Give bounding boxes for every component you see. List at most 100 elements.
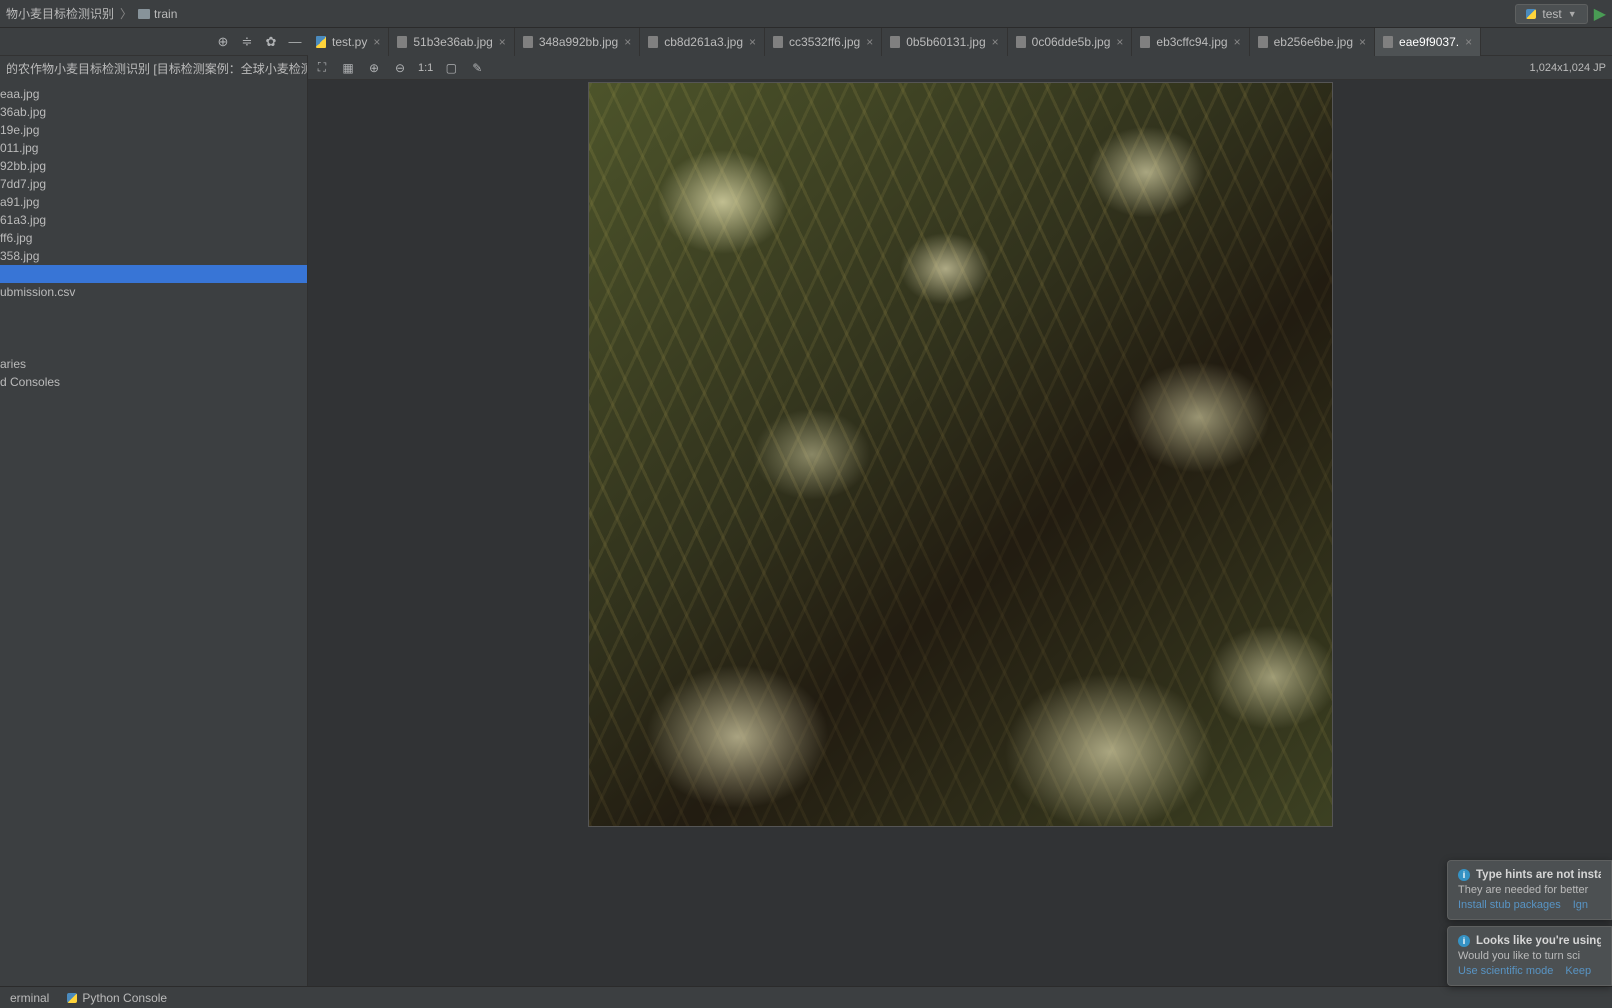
project-subtitle: [目标检测案例：全球小麦检测] [153, 62, 308, 76]
locate-icon[interactable]: ⊕ [216, 35, 230, 49]
notification-body: They are needed for better [1458, 884, 1601, 896]
notification-actions: Use scientific mode Keep [1458, 965, 1601, 977]
file-tree-item[interactable]: 19e.jpg [0, 121, 307, 139]
notification-action-link[interactable]: Keep [1565, 965, 1591, 977]
notification-title: iType hints are not install [1458, 869, 1601, 881]
close-icon[interactable]: × [866, 35, 873, 49]
file-tree-item[interactable]: 7dd7.jpg [0, 175, 307, 193]
tab-label: cc3532ff6.jpg [789, 35, 860, 49]
editor-tabs: test.py×51b3e36ab.jpg×348a992bb.jpg×cb8d… [308, 28, 1612, 56]
tab-label: 348a992bb.jpg [539, 35, 618, 49]
project-tool-header-actions: ⊕ ≑ ✿ — [0, 35, 308, 49]
image-dimensions-label: 1,024x1,024 JP [1530, 62, 1606, 74]
zoom-in-icon[interactable]: ⊕ [366, 60, 382, 76]
expand-icon[interactable]: ≑ [240, 35, 254, 49]
spacer [0, 337, 307, 355]
file-tree-item[interactable]: ff6.jpg [0, 229, 307, 247]
close-icon[interactable]: × [373, 35, 380, 49]
image-viewer: ⛶ ▦ ⊕ ⊖ 1:1 ▢ ✎ 1,024x1,024 JP [308, 56, 1612, 986]
editor-tab[interactable]: 51b3e36ab.jpg× [389, 28, 514, 56]
notification-title: iLooks like you're using N [1458, 935, 1601, 947]
hide-icon[interactable]: — [288, 35, 302, 49]
close-icon[interactable]: × [1116, 35, 1123, 49]
run-config-label: test [1542, 7, 1561, 21]
breadcrumb-folder[interactable]: train [138, 7, 177, 21]
checker-toggle-icon[interactable]: ▢ [443, 60, 459, 76]
file-tree-item[interactable]: ubmission.csv [0, 283, 307, 301]
editor-tab[interactable]: eb256e6be.jpg × [1250, 28, 1375, 56]
project-sidebar: 的农作物小麦目标检测识别 [目标检测案例：全球小麦检测] C:\User eaa… [0, 56, 308, 986]
color-picker-icon[interactable]: ✎ [469, 60, 485, 76]
grid-icon[interactable]: ▦ [340, 60, 356, 76]
notification-action-link[interactable]: Use scientific mode [1458, 965, 1553, 977]
terminal-label: erminal [10, 991, 49, 1005]
file-tree-item[interactable]: 61a3.jpg [0, 211, 307, 229]
tool-window-bar: erminal Python Console [0, 986, 1612, 1008]
editor-tab[interactable]: 0b5b60131.jpg × [882, 28, 1007, 56]
python-file-icon [316, 36, 326, 48]
notification-title-text: Type hints are not install [1476, 869, 1601, 881]
image-file-icon [397, 36, 407, 48]
terminal-tool-button[interactable]: erminal [10, 991, 49, 1005]
editor-tab[interactable]: cb8d261a3.jpg× [640, 28, 765, 56]
notification-action-link[interactable]: Install stub packages [1458, 899, 1561, 911]
tab-label: eb256e6be.jpg [1274, 35, 1353, 49]
image-canvas[interactable] [308, 80, 1612, 986]
file-tree-item[interactable]: eaa.jpg [0, 85, 307, 103]
breadcrumb: 物小麦目标检测识别 〉 train [6, 5, 177, 22]
image-content [588, 82, 1333, 827]
file-tree-item[interactable]: 36ab.jpg [0, 103, 307, 121]
notification-body: Would you like to turn sci [1458, 950, 1601, 962]
tab-label: 0c06dde5b.jpg [1032, 35, 1111, 49]
editor-tab[interactable]: test.py× [308, 28, 389, 56]
close-icon[interactable]: × [624, 35, 631, 49]
image-file-icon [523, 36, 533, 48]
python-console-tool-button[interactable]: Python Console [67, 991, 167, 1005]
file-tree-item[interactable]: d Consoles [0, 373, 307, 391]
editor-tab[interactable]: cc3532ff6.jpg × [765, 28, 882, 56]
close-icon[interactable]: × [1359, 35, 1366, 49]
close-icon[interactable]: × [1465, 35, 1472, 49]
image-viewer-toolbar: ⛶ ▦ ⊕ ⊖ 1:1 ▢ ✎ 1,024x1,024 JP [308, 56, 1612, 80]
fit-to-window-icon[interactable]: ⛶ [314, 60, 330, 76]
editor-tab[interactable]: 348a992bb.jpg × [515, 28, 640, 56]
file-tree-item-selected[interactable] [0, 265, 307, 283]
notification-balloon[interactable]: iLooks like you're using N Would you like… [1447, 926, 1612, 986]
file-tree-item[interactable]: 92bb.jpg [0, 157, 307, 175]
file-tree-item[interactable]: 011.jpg [0, 139, 307, 157]
settings-icon[interactable]: ✿ [264, 35, 278, 49]
tab-label: 0b5b60131.jpg [906, 35, 985, 49]
close-icon[interactable]: × [749, 35, 756, 49]
editor-tabs-row: ⊕ ≑ ✿ — test.py×51b3e36ab.jpg×348a992bb.… [0, 28, 1612, 56]
file-tree-item[interactable]: 358.jpg [0, 247, 307, 265]
tab-label: eae9f9037. [1399, 35, 1459, 49]
navigation-bar: 物小麦目标检测识别 〉 train test ▼ ▶ [0, 0, 1612, 28]
editor-tab[interactable]: 0c06dde5b.jpg × [1008, 28, 1133, 56]
close-icon[interactable]: × [992, 35, 999, 49]
zoom-level-label[interactable]: 1:1 [418, 62, 433, 74]
info-icon: i [1458, 935, 1470, 947]
project-root-label[interactable]: 的农作物小麦目标检测识别 [目标检测案例：全球小麦检测] C:\User [0, 56, 307, 81]
breadcrumb-project[interactable]: 物小麦目标检测识别 [6, 5, 114, 22]
editor-tab[interactable]: eb3cffc94.jpg× [1132, 28, 1249, 56]
image-file-icon [773, 36, 783, 48]
spacer [0, 319, 307, 337]
file-tree-item[interactable]: a91.jpg [0, 193, 307, 211]
close-icon[interactable]: × [1234, 35, 1241, 49]
image-file-icon [1016, 36, 1026, 48]
project-name: 的农作物小麦目标检测识别 [6, 62, 150, 76]
chevron-down-icon: ▼ [1568, 9, 1577, 19]
editor-tab[interactable]: eae9f9037. × [1375, 28, 1481, 56]
image-file-icon [1383, 36, 1393, 48]
file-tree-item[interactable]: aries [0, 355, 307, 373]
run-configuration-selector[interactable]: test ▼ [1515, 4, 1587, 24]
image-file-icon [648, 36, 658, 48]
close-icon[interactable]: × [499, 35, 506, 49]
image-pixels [589, 83, 1332, 826]
zoom-out-icon[interactable]: ⊖ [392, 60, 408, 76]
notification-action-link[interactable]: Ign [1573, 899, 1588, 911]
run-button[interactable]: ▶ [1594, 4, 1606, 24]
image-file-icon [1258, 36, 1268, 48]
python-icon [67, 993, 77, 1003]
notification-balloon[interactable]: iType hints are not install They are need… [1447, 860, 1612, 920]
